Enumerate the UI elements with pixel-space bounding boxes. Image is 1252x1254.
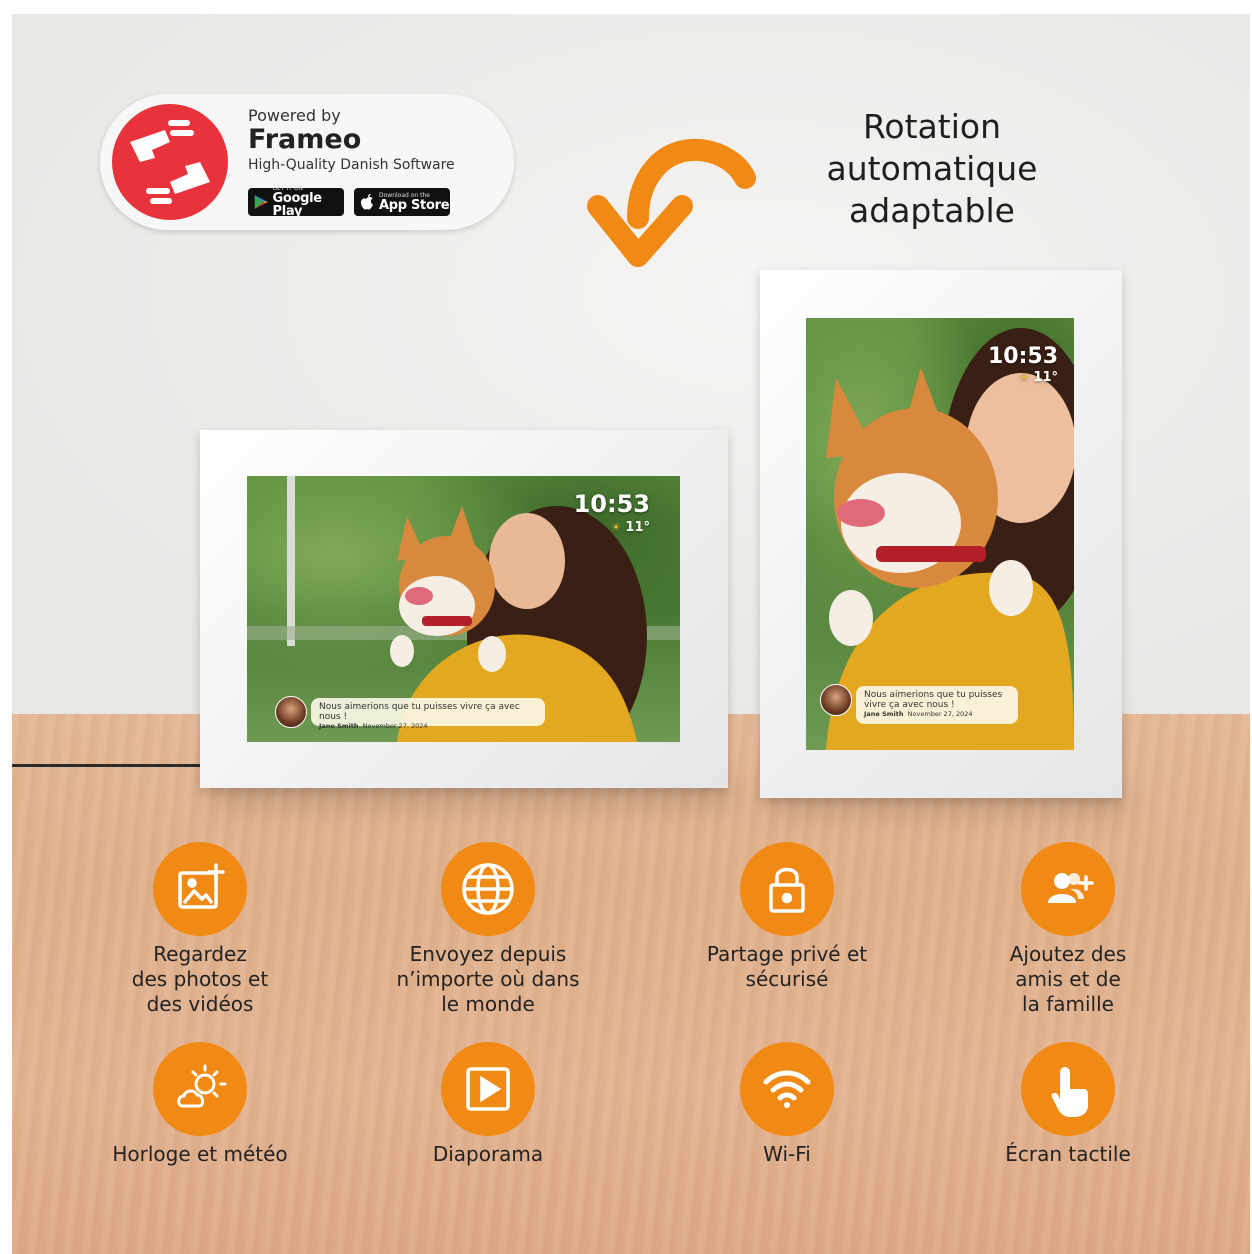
frameo-logo-icon — [112, 104, 228, 220]
photo-add-icon — [153, 842, 247, 936]
brand-name: Frameo — [248, 124, 362, 155]
power-cable — [12, 764, 212, 781]
wifi-icon — [740, 1042, 834, 1136]
portrait-sender-avatar — [820, 684, 852, 716]
rotation-arrow-icon — [587, 138, 756, 267]
rotation-line-1: Rotation — [862, 107, 1001, 146]
lock-icon — [740, 842, 834, 936]
google-play-big: Google Play — [272, 191, 322, 219]
badge-text: Powered by Frameo High-Quality Danish So… — [248, 106, 455, 173]
feature-label: Partage privé et sécurisé — [706, 942, 868, 991]
sun-icon: ☀ — [611, 521, 621, 534]
feature-photos-videos: Regardez des photos et des vidéos — [70, 842, 330, 1017]
store-badges: GET IT ON Google Play Download on the Ap… — [248, 186, 450, 219]
google-play-icon — [254, 195, 268, 209]
landscape-sender-name: Jane Smith — [319, 722, 359, 730]
touch-icon — [1021, 1042, 1115, 1136]
google-play-badge[interactable]: GET IT ON Google Play — [248, 186, 344, 219]
product-image: Powered by Frameo High-Quality Danish So… — [12, 14, 1250, 1254]
feature-slideshow: Diaporama — [358, 1042, 618, 1167]
portrait-sender-name: Jane Smith — [864, 710, 904, 718]
feature-send-anywhere: Envoyez depuis n’importe où dans le mond… — [358, 842, 618, 1017]
feature-label: Ajoutez des amis et de la famille — [1009, 942, 1127, 1016]
globe-icon — [441, 842, 535, 936]
app-store-badge[interactable]: Download on the App Store — [354, 188, 450, 216]
sun-icon: ☀ — [1019, 371, 1029, 384]
landscape-sender-avatar — [275, 696, 307, 728]
portrait-screen: 10:53 ☀ 11° Nous aimerions que tu puisse… — [806, 318, 1074, 750]
frameo-badge: Powered by Frameo High-Quality Danish So… — [100, 94, 514, 230]
landscape-screen: 10:53 ☀ 11° Nous aimerions que tu puisse… — [247, 476, 680, 742]
landscape-temperature: ☀ 11° — [611, 520, 650, 535]
powered-by-label: Powered by — [248, 106, 341, 125]
feature-label: Diaporama — [432, 1142, 544, 1166]
brand-tagline: High-Quality Danish Software — [248, 157, 455, 173]
feature-add-friends: Ajoutez des amis et de la famille — [938, 842, 1198, 1017]
portrait-message-date: November 27, 2024 — [907, 710, 973, 718]
portrait-temperature: ☀ 11° — [1019, 370, 1058, 385]
feature-clock-weather: Horloge et météo — [70, 1042, 330, 1167]
portrait-message-text: Nous aimerions que tu puisses vivre ça a… — [864, 690, 1003, 710]
feature-label: Écran tactile — [1005, 1142, 1131, 1166]
feature-label: Horloge et météo — [112, 1142, 288, 1166]
feature-label: Wi-Fi — [763, 1142, 811, 1166]
feature-touchscreen: Écran tactile — [938, 1042, 1198, 1167]
apple-icon — [360, 193, 373, 210]
app-store-big: App Store — [379, 197, 450, 213]
portrait-message-bubble: Nous aimerions que tu puisses vivre ça a… — [856, 686, 1018, 724]
feature-label: Envoyez depuis n’importe où dans le mond… — [396, 942, 580, 1016]
landscape-message-date: November 27, 2024 — [362, 722, 428, 730]
add-user-icon — [1021, 842, 1115, 936]
landscape-photo-frame: 10:53 ☀ 11° Nous aimerions que tu puisse… — [200, 430, 728, 788]
landscape-message-bubble: Nous aimerions que tu puisses vivre ça a… — [311, 698, 545, 730]
rotation-line-2: automatique — [826, 149, 1038, 188]
feature-label: Regardez des photos et des vidéos — [131, 942, 269, 1016]
feature-private-sharing: Partage privé et sécurisé — [657, 842, 917, 992]
rotation-line-3: adaptable — [849, 191, 1015, 230]
portrait-clock: 10:53 — [987, 344, 1058, 369]
weather-icon — [153, 1042, 247, 1136]
slideshow-icon — [441, 1042, 535, 1136]
portrait-photo-frame: 10:53 ☀ 11° Nous aimerions que tu puisse… — [760, 270, 1122, 798]
rotation-heading: Rotation automatique adaptable — [782, 106, 1082, 232]
landscape-message-text: Nous aimerions que tu puisses vivre ça a… — [319, 702, 520, 722]
landscape-clock: 10:53 — [573, 490, 650, 518]
feature-wifi: Wi-Fi — [657, 1042, 917, 1167]
